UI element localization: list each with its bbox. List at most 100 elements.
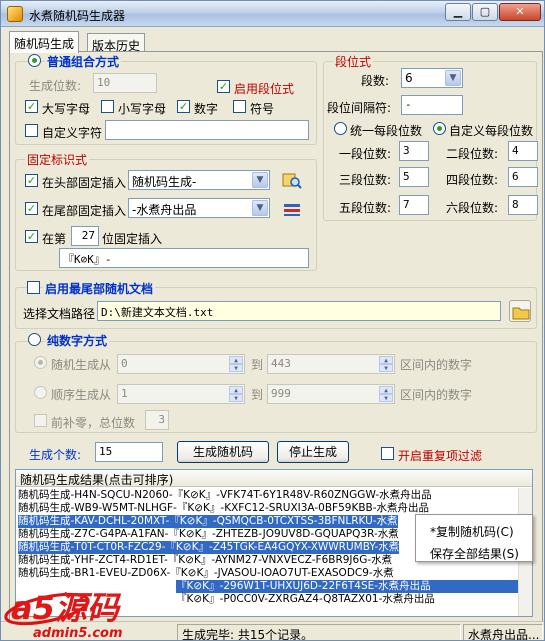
segment-count-value: 6 <box>405 71 413 85</box>
uppercase-label: 大写字母 <box>42 102 91 116</box>
pure-mode-radio[interactable] <box>28 333 41 346</box>
random-from-input[interactable]: 0 ▲ ▼ <box>117 354 245 374</box>
list-item[interactable]: 『K⊘K』-P0CC0V-ZXRGAZ4-Q8TAZX01-水煮舟出品 <box>176 593 435 606</box>
seg3-input[interactable]: 5 <box>399 167 429 187</box>
random-from-value: 0 <box>121 357 128 370</box>
count-input[interactable]: 15 <box>95 442 163 462</box>
minimize-button[interactable]: ▁ <box>445 3 471 21</box>
custom-seg-radio[interactable] <box>433 122 446 135</box>
segment-count-select[interactable]: 6 ▼ <box>401 68 463 88</box>
random-range-label: 区间内的数字 <box>400 358 473 372</box>
seg6-input[interactable]: 8 <box>508 195 538 215</box>
normal-mode-radio[interactable] <box>28 54 41 67</box>
doc-path-input[interactable]: D:\新建文本文档.txt <box>97 301 501 321</box>
doc-path-label: 选择文档路径 <box>23 307 96 321</box>
list-item[interactable]: 『K⊘K』-296W1T-UHXUJ6D-22F6T4SE-水煮舟出品 <box>176 580 518 593</box>
doc-group-title: 启用最尾部随机文档 <box>43 280 156 297</box>
custom-char-input[interactable] <box>105 120 309 140</box>
list-edit-icon[interactable] <box>281 198 303 220</box>
watermark-brand: a5源码 <box>11 589 122 627</box>
seq-to-input[interactable]: 999 ▲ ▼ <box>267 384 395 404</box>
length-input[interactable]: 10 <box>93 73 157 93</box>
list-item[interactable]: 随机码生成-T0T-CT0R-FZC29-『K⊘K』-Z45TGK-EA4GQY… <box>18 541 400 554</box>
list-item[interactable]: 随机码生成-WB9-W5MT-NLHGF-『K⊘K』-KXFC12-SRUXI3… <box>18 502 429 515</box>
random-to-value: 443 <box>271 357 291 370</box>
tab-version-history[interactable]: 版本历史 <box>87 33 146 53</box>
normal-group-title: 普通组合方式 <box>45 53 122 70</box>
seg1-input[interactable]: 3 <box>399 141 429 161</box>
window-title: 水煮随机码生成器 <box>29 9 126 23</box>
spin-icon[interactable]: ▲ ▼ <box>229 386 243 402</box>
menu-copy-code[interactable]: *复制随机码(C) <box>430 523 514 540</box>
status-text: 生成完毕: 共15个记录。 <box>177 624 461 640</box>
list-item[interactable]: 随机码生成-H4N-SQCU-N2060-『K⊘K』-VFK74T-6Y1R48… <box>18 489 432 502</box>
symbol-checkbox[interactable] <box>233 100 246 113</box>
list-item[interactable]: 随机码生成-Z7C-G4PA-A1FAN-『K⊘K』-ZHTEZB-JO9UV8… <box>18 528 399 541</box>
chevron-down-icon: ▼ <box>252 172 268 188</box>
list-item[interactable]: 随机码生成-KAV-DCHL-20MXT-『K⊘K』-QSMQCB-0TCXTS… <box>18 515 398 528</box>
head-insert-value: 随机码生成- <box>132 175 197 189</box>
spin-icon[interactable]: ▲ ▼ <box>229 356 243 372</box>
pad-zero-checkbox[interactable] <box>34 414 47 427</box>
seq-to-value: 999 <box>271 387 291 400</box>
lowercase-checkbox[interactable] <box>101 100 114 113</box>
pos-insert-prefix: 在第 <box>42 232 67 246</box>
segment-count-label: 段数: <box>361 74 390 88</box>
stop-button[interactable]: 停止生成 <box>277 441 349 463</box>
pos-insert-index[interactable]: 27 <box>71 226 99 246</box>
maximize-button[interactable]: ▢ <box>472 3 498 21</box>
pos-insert-suffix: 位固定插入 <box>102 232 163 246</box>
head-insert-checkbox[interactable]: ✓ <box>25 174 38 187</box>
main-window: 水煮随机码生成器 ▁ ▢ ✕ 随机码生成 版本历史 普通组合方式 生成位数: 1… <box>0 0 545 641</box>
title-bar[interactable]: 水煮随机码生成器 ▁ ▢ ✕ <box>1 1 544 27</box>
close-button[interactable]: ✕ <box>499 3 541 21</box>
tail-insert-select[interactable]: -水煮舟出品 ▼ <box>128 198 270 218</box>
watermark-logo: a5源码 admin5.com <box>3 585 173 640</box>
spin-icon[interactable]: ▲ ▼ <box>379 386 393 402</box>
pad-zero-input[interactable]: 3 <box>145 410 169 430</box>
tab-random-code[interactable]: 随机码生成 <box>9 31 80 53</box>
seg2-label: 二段位数: <box>446 147 499 161</box>
uniform-seg-radio[interactable] <box>334 122 347 135</box>
seg4-label: 四段位数: <box>446 173 499 187</box>
tail-insert-value: -水煮舟出品 <box>132 203 197 217</box>
seg2-input[interactable]: 4 <box>508 141 538 161</box>
random-to-label: 到 <box>251 358 264 372</box>
pos-insert-checkbox[interactable]: ✓ <box>25 230 38 243</box>
random-from-label: 随机生成从 <box>51 358 112 372</box>
seq-from-radio[interactable] <box>34 386 47 399</box>
generate-button[interactable]: 生成随机码 <box>177 441 269 463</box>
length-label: 生成位数: <box>29 79 82 93</box>
uppercase-checkbox[interactable]: ✓ <box>25 100 38 113</box>
seg1-label: 一段位数: <box>339 147 392 161</box>
tail-insert-checkbox[interactable]: ✓ <box>25 202 38 215</box>
pos-insert-text[interactable]: 『K⊘K』- <box>59 248 309 268</box>
seg5-input[interactable]: 7 <box>399 195 429 215</box>
custom-char-checkbox[interactable] <box>25 124 38 137</box>
seq-from-input[interactable]: 1 ▲ ▼ <box>117 384 245 404</box>
result-list-header[interactable]: 随机码生成结果(点击可排序) <box>16 470 532 487</box>
enable-segment-label: 启用段位式 <box>234 82 295 96</box>
random-from-radio[interactable] <box>34 356 47 369</box>
folder-open-icon[interactable] <box>509 300 531 322</box>
seg4-input[interactable]: 6 <box>508 167 538 187</box>
dedupe-checkbox[interactable] <box>381 447 394 460</box>
uniform-seg-label: 统一每段位数 <box>350 124 423 138</box>
seg5-label: 五段位数: <box>339 201 392 215</box>
fixed-group-title: 固定标识式 <box>25 151 90 168</box>
random-to-input[interactable]: 443 ▲ ▼ <box>267 354 395 374</box>
menu-save-all[interactable]: 保存全部结果(S) <box>430 545 519 562</box>
custom-seg-label: 自定义每段位数 <box>449 124 534 138</box>
enable-segment-checkbox[interactable]: ✓ <box>217 80 230 93</box>
segment-sep-input[interactable]: - <box>401 95 463 115</box>
tail-doc-checkbox[interactable] <box>27 281 40 294</box>
digit-checkbox[interactable]: ✓ <box>177 100 190 113</box>
pure-group-title: 纯数字方式 <box>45 332 110 349</box>
seq-from-label: 顺序生成从 <box>51 388 112 402</box>
list-item[interactable]: 随机码生成-YHF-ZCT4-RD1ET-『K⊘K』-AYNM27-VNXVEC… <box>18 554 392 567</box>
head-insert-select[interactable]: 随机码生成- ▼ <box>128 170 270 190</box>
spin-icon[interactable]: ▲ ▼ <box>379 356 393 372</box>
symbol-label: 符号 <box>250 102 275 116</box>
list-item[interactable]: 随机码生成-BR1-EVEU-ZD06X-『K⊘K』-JVASOU-IOAO7U… <box>18 567 394 580</box>
search-list-icon[interactable] <box>281 170 303 192</box>
